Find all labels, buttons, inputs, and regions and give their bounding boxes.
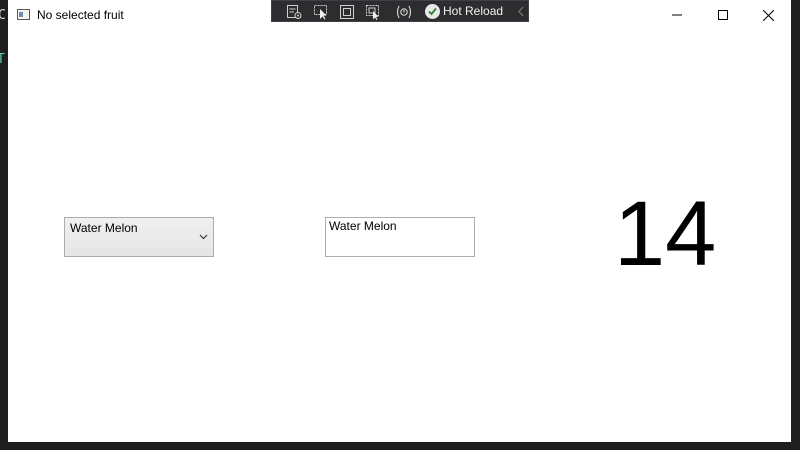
minimize-icon: [672, 14, 682, 16]
cursor-select-icon[interactable]: [312, 3, 330, 20]
hot-reload-status-icon[interactable]: [425, 4, 440, 19]
hot-reload-label[interactable]: Hot Reload: [443, 4, 503, 18]
background-editor-right: [791, 0, 800, 450]
collapse-chevron-icon[interactable]: [516, 4, 526, 19]
fruit-textbox-value: Water Melon: [329, 219, 397, 233]
track-focused-element-icon[interactable]: [364, 3, 382, 20]
display-layout-adorner-icon[interactable]: [338, 3, 356, 20]
hot-reload-toolbar: Hot Reload: [271, 0, 529, 22]
chevron-down-icon: [199, 234, 208, 240]
editor-code-fragment: C: [0, 8, 6, 23]
app-icon[interactable]: [17, 9, 30, 20]
fruit-textbox[interactable]: Water Melon: [325, 217, 475, 257]
editor-code-fragment: T: [0, 52, 5, 67]
count-display: 14: [614, 183, 717, 285]
close-button[interactable]: [745, 0, 791, 30]
maximize-icon: [718, 10, 728, 20]
fruit-combobox-selected-value: Water Melon: [70, 221, 138, 235]
background-editor-bottom: [0, 442, 800, 450]
app-window: No selected fruit Water Melon Water Melo…: [8, 0, 791, 442]
window-title: No selected fruit: [37, 8, 124, 22]
minimize-button[interactable]: [654, 0, 700, 30]
close-icon: [762, 9, 774, 21]
fruit-combobox[interactable]: Water Melon: [64, 217, 214, 257]
maximize-button[interactable]: [700, 0, 746, 30]
select-element-icon[interactable]: [285, 3, 303, 20]
binding-failures-icon[interactable]: [395, 3, 413, 20]
